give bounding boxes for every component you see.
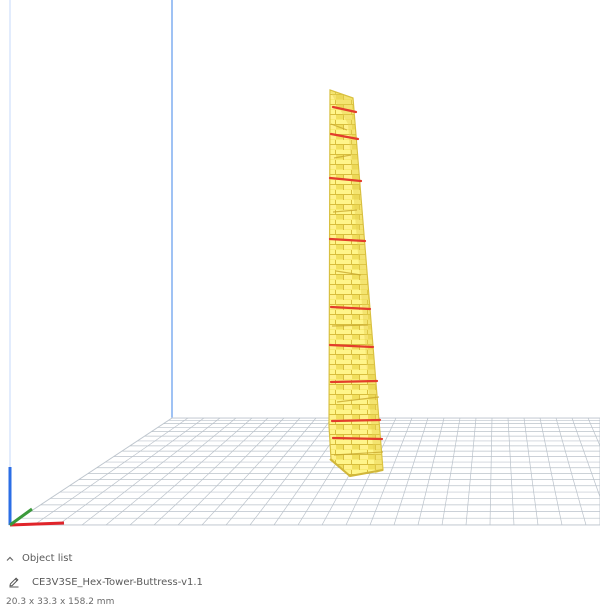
build-plate[interactable] [8, 417, 600, 526]
object-dimensions: 20.3 x 33.3 x 158.2 mm [6, 597, 115, 607]
3d-viewport[interactable] [0, 0, 600, 545]
object-name: CE3V3SE_Hex-Tower-Buttress-v1.1 [32, 576, 203, 588]
cura-app: Object list CE3V3SE_Hex-Tower-Buttress-v… [0, 0, 600, 613]
object-list-toggle[interactable]: Object list [6, 553, 72, 564]
hex-tower-buttress-model[interactable] [328, 89, 384, 478]
build-volume-scene [8, 0, 600, 527]
pencil-icon[interactable] [8, 576, 20, 588]
object-list-label: Object list [22, 553, 73, 564]
object-info-panel: Object list CE3V3SE_Hex-Tower-Buttress-v… [0, 545, 600, 613]
selected-object-row[interactable]: CE3V3SE_Hex-Tower-Buttress-v1.1 [8, 576, 203, 588]
chevron-up-icon [6, 555, 14, 563]
x-axis-line [9, 521, 65, 527]
